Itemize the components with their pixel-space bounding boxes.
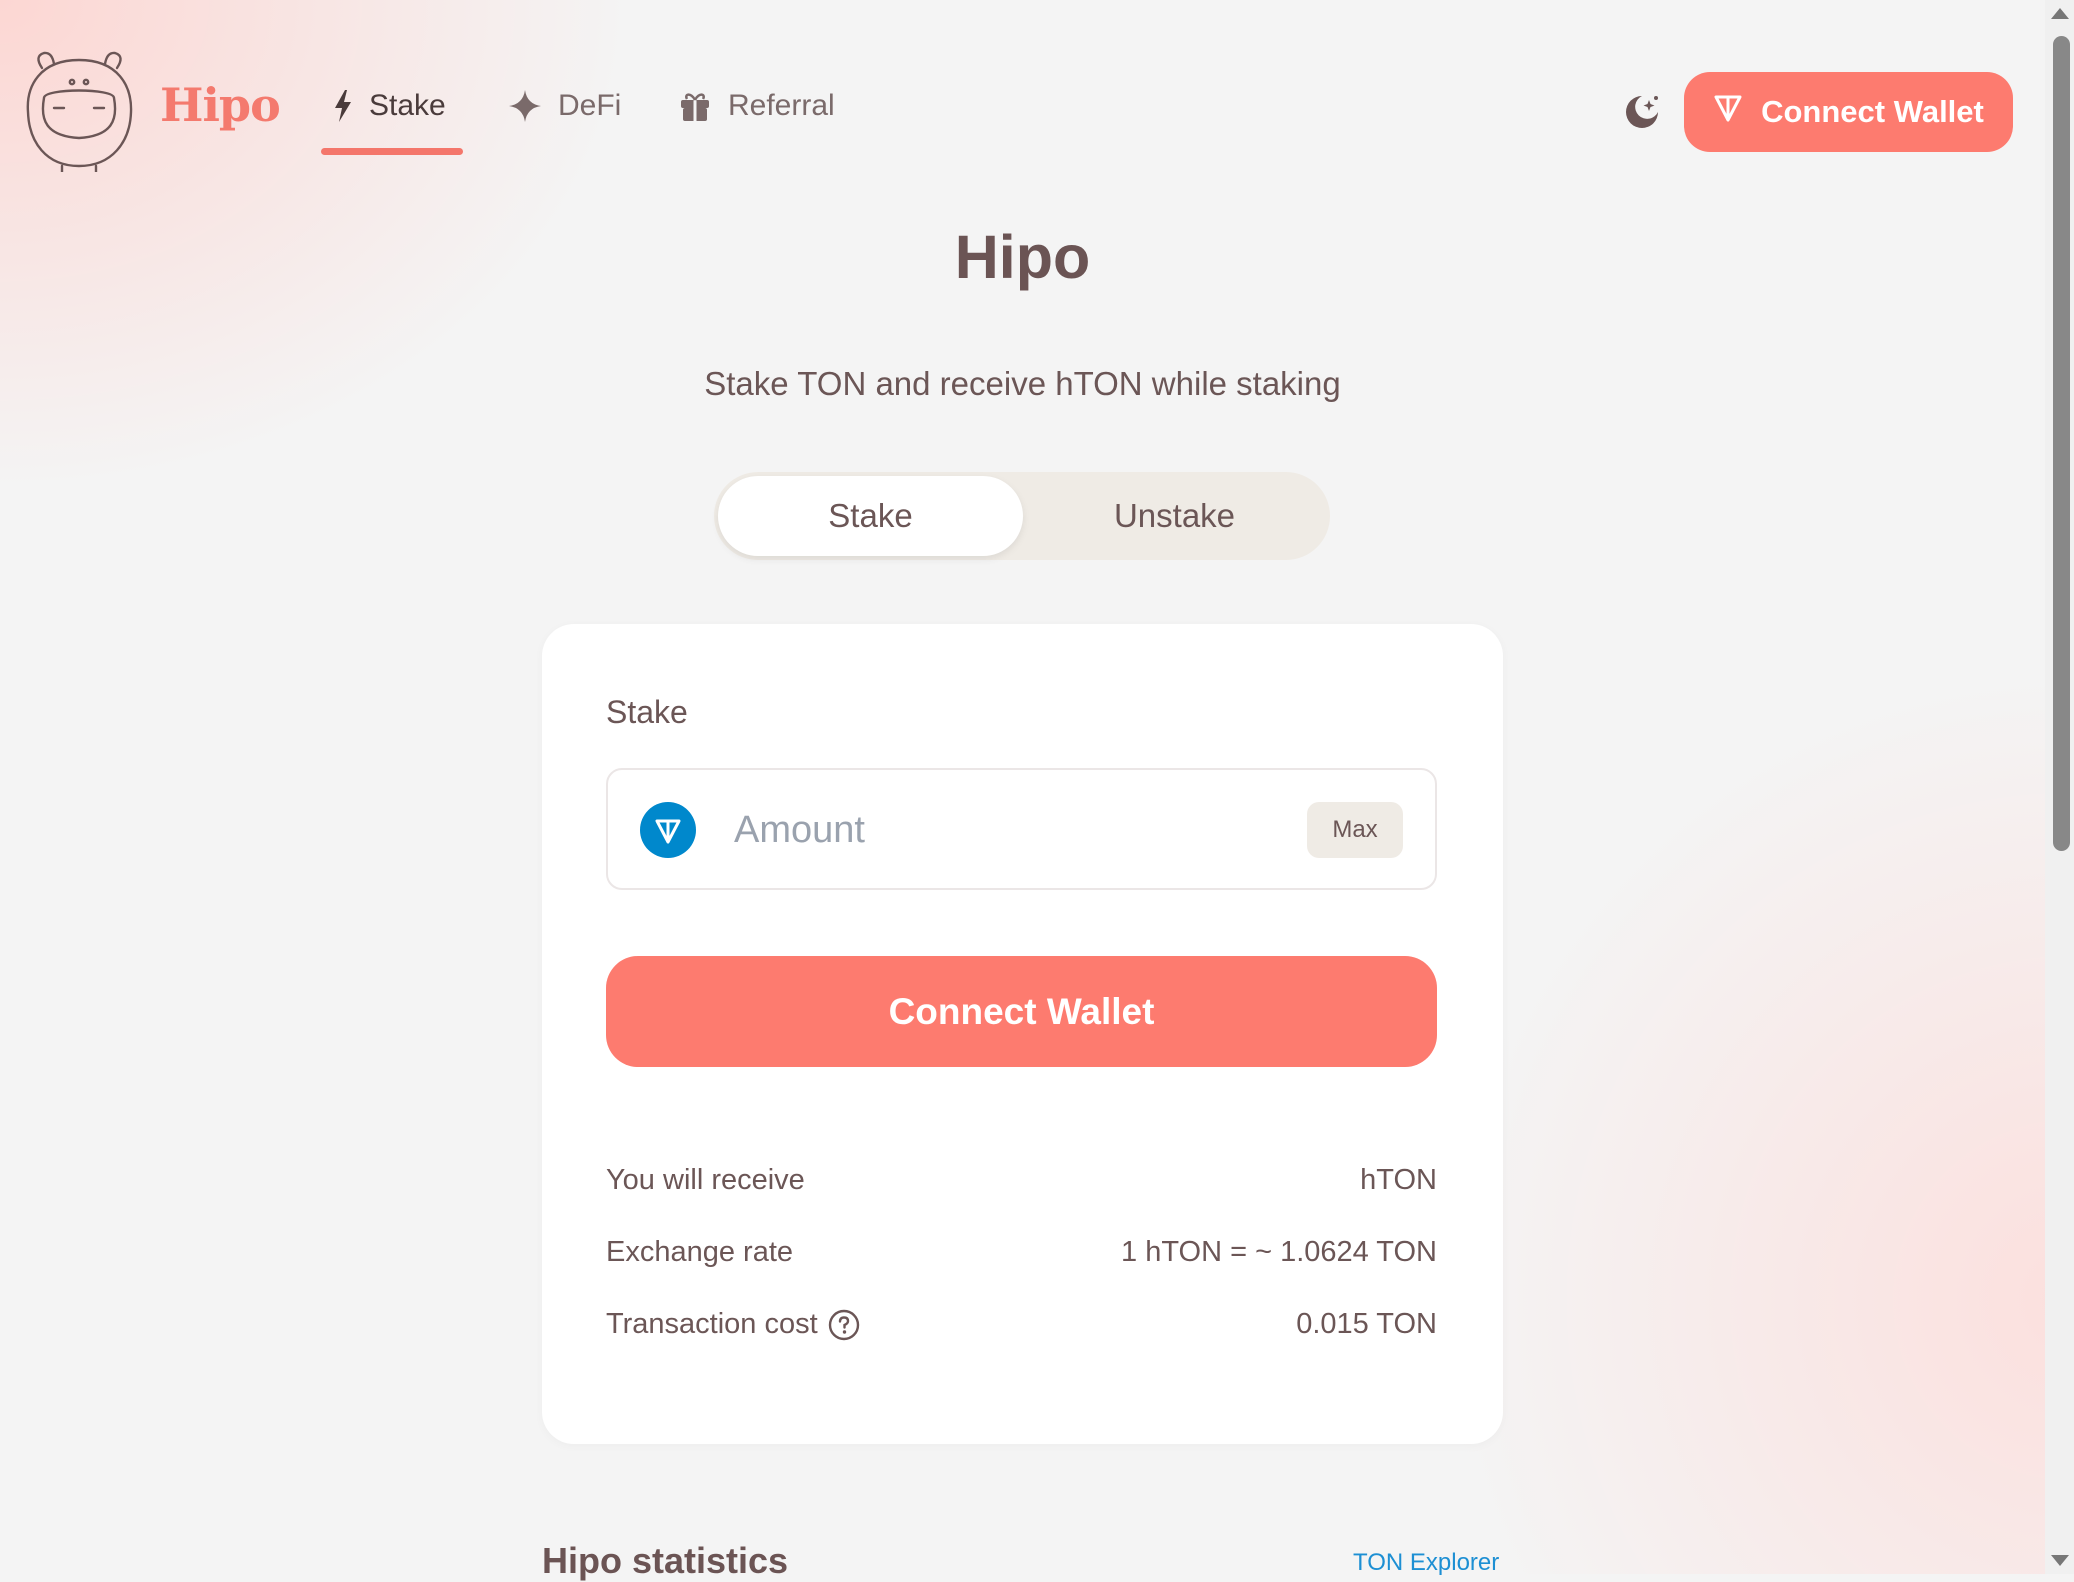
header-connect-wallet-button[interactable]: Connect Wallet (1684, 72, 2013, 152)
scroll-up-arrow-icon[interactable] (2051, 8, 2069, 19)
ton-logo-icon (1713, 93, 1743, 131)
receive-label: You will receive (606, 1164, 805, 1196)
exchange-rate-value: 1 hTON = ~ 1.0624 TON (1121, 1236, 1437, 1268)
ton-explorer-link[interactable]: TON Explorer (1353, 1549, 1499, 1577)
vertical-scrollbar[interactable] (2045, 0, 2074, 1574)
transaction-cost-label-group: Transaction cost (606, 1308, 860, 1341)
scroll-down-arrow-icon[interactable] (2051, 1555, 2069, 1566)
brand-name[interactable]: Hipo (160, 78, 281, 132)
help-icon[interactable] (828, 1309, 860, 1341)
moon-stars-icon (1622, 96, 1662, 136)
stake-label: Stake (606, 694, 688, 730)
nav-referral[interactable]: Referral (678, 86, 835, 126)
lightning-icon (333, 89, 353, 123)
connect-wallet-button[interactable]: Connect Wallet (606, 956, 1437, 1067)
stake-card: Stake Max Connect Wallet You will receiv… (542, 624, 1503, 1444)
tab-stake[interactable]: Stake (718, 476, 1023, 556)
stake-unstake-toggle: Stake Unstake (714, 472, 1330, 560)
header-connect-label: Connect Wallet (1761, 94, 1984, 129)
nav-stake-label: Stake (369, 89, 446, 122)
amount-field: Max (606, 768, 1437, 890)
hipo-logo[interactable] (22, 50, 137, 174)
exchange-rate-label: Exchange rate (606, 1236, 794, 1268)
sparkle-icon (508, 89, 542, 123)
amount-input[interactable] (732, 798, 1276, 862)
max-button[interactable]: Max (1307, 802, 1403, 858)
gift-icon (678, 89, 712, 123)
transaction-cost-label: Transaction cost (606, 1308, 818, 1340)
scroll-thumb[interactable] (2053, 36, 2070, 851)
page-subtitle: Stake TON and receive hTON while staking (704, 365, 1341, 402)
exchange-rate-row: Exchange rate 1 hTON = ~ 1.0624 TON (606, 1236, 1437, 1269)
transaction-cost-value: 0.015 TON (1296, 1308, 1437, 1340)
nav-defi-label: DeFi (558, 89, 622, 122)
receive-value: hTON (1360, 1164, 1437, 1196)
receive-row: You will receive hTON (606, 1164, 1437, 1197)
nav-stake[interactable]: Stake (333, 86, 446, 126)
nav-referral-label: Referral (728, 89, 835, 122)
statistics-heading: Hipo statistics (542, 1540, 789, 1581)
transaction-cost-row: Transaction cost 0.015 TON (606, 1308, 1437, 1341)
nav-defi[interactable]: DeFi (508, 86, 621, 126)
ton-coin-icon (640, 802, 696, 858)
active-nav-indicator (321, 148, 463, 155)
tab-unstake[interactable]: Unstake (1022, 476, 1327, 556)
page-title: Hipo (954, 223, 1091, 291)
theme-toggle[interactable] (1622, 92, 1662, 132)
